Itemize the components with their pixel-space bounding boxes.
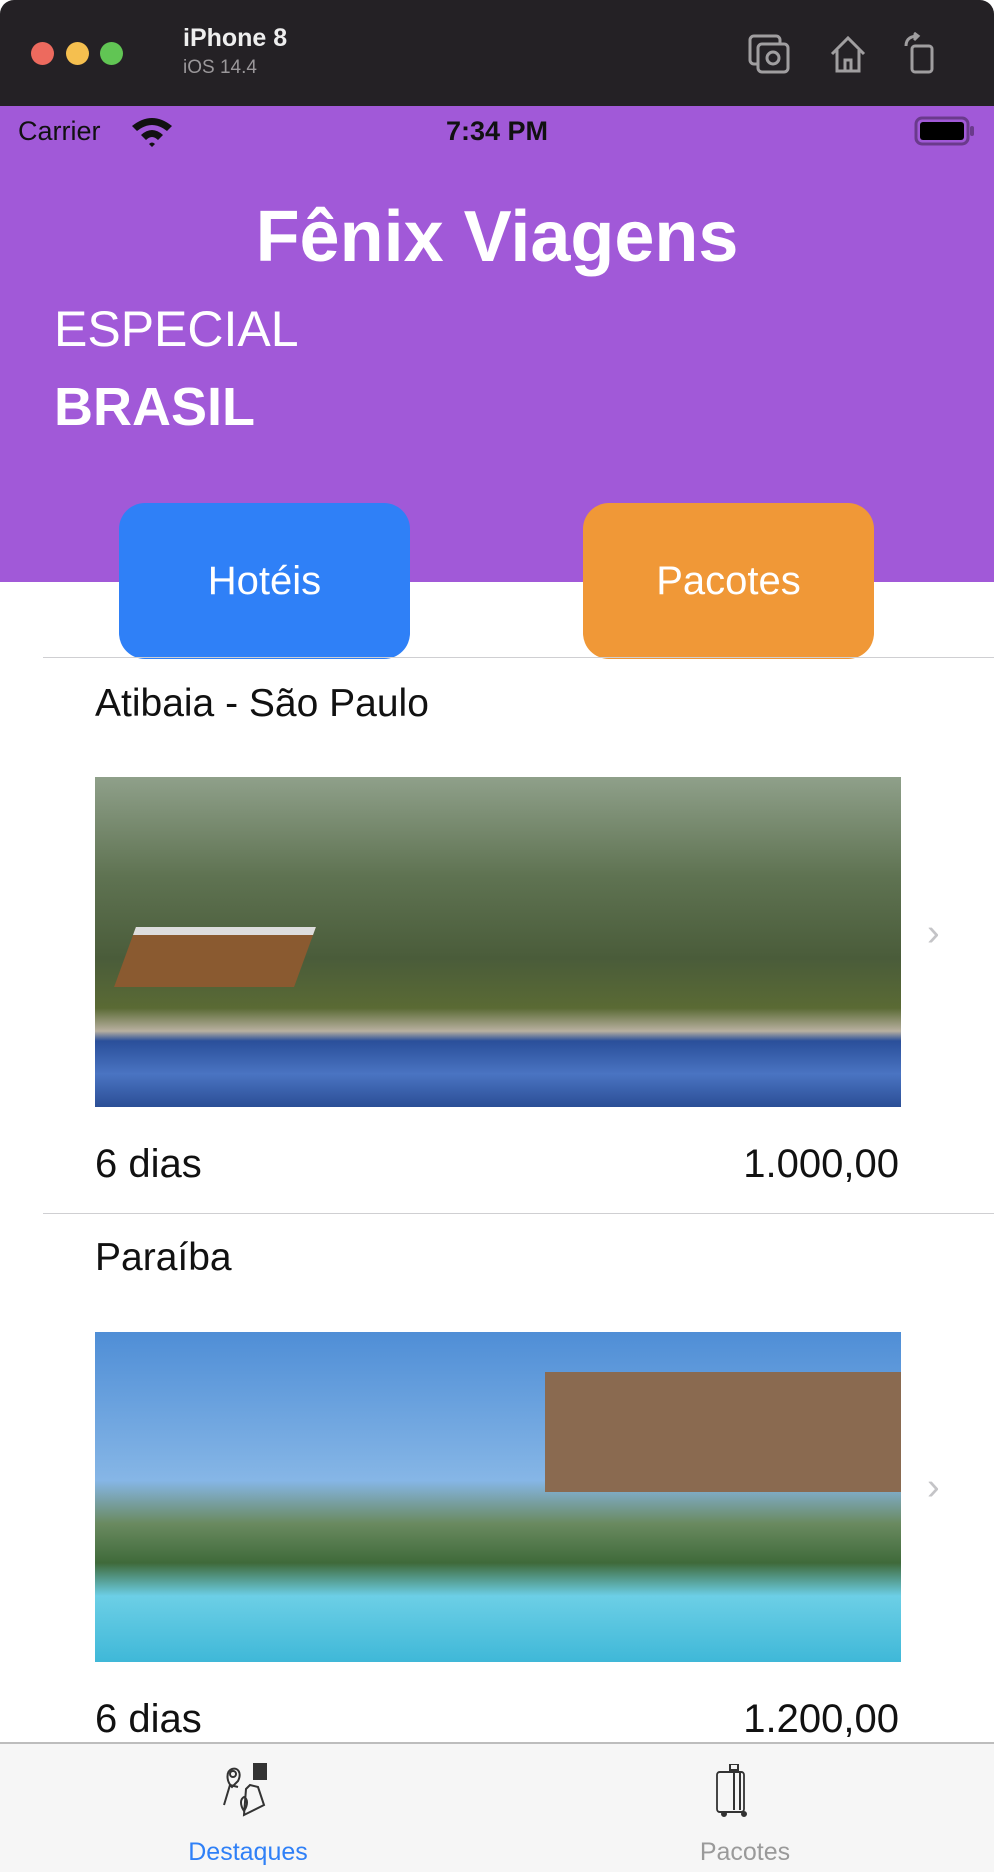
- home-icon[interactable]: [828, 34, 868, 74]
- packages-button[interactable]: Pacotes: [583, 503, 874, 659]
- chevron-right-icon: ›: [927, 1466, 940, 1508]
- simulator-title-bar: iPhone 8 iOS 14.4: [0, 0, 994, 106]
- close-window-button[interactable]: [31, 42, 54, 65]
- tab-label: Destaques: [188, 1838, 308, 1866]
- duration: 6 dias: [95, 1697, 202, 1741]
- divider: [43, 1213, 994, 1214]
- place-name: Atibaia - São Paulo: [95, 682, 429, 725]
- minimize-window-button[interactable]: [66, 42, 89, 65]
- villa: [545, 1372, 901, 1492]
- price: 1.200,00: [743, 1697, 899, 1741]
- status-time: 7:34 PM: [445, 116, 549, 146]
- os-version: iOS 14.4: [183, 57, 257, 78]
- place-name: Paraíba: [95, 1236, 232, 1279]
- map-pins-icon: [223, 1763, 267, 1817]
- hotel-photo: [95, 1332, 901, 1662]
- hotel-photo: [95, 777, 901, 1107]
- app-title: Fênix Viagens: [255, 197, 739, 277]
- suitcase-icon: [716, 1764, 747, 1817]
- section-region: BRASIL: [54, 377, 255, 437]
- duration: 6 dias: [95, 1142, 202, 1186]
- screenshot-icon[interactable]: [748, 34, 792, 74]
- battery-icon: [914, 116, 974, 146]
- lounge-chair: [114, 927, 316, 987]
- price: 1.000,00: [743, 1142, 899, 1186]
- hotels-button[interactable]: Hotéis: [119, 503, 410, 659]
- section-subtitle: ESPECIAL: [54, 301, 299, 357]
- rotate-icon[interactable]: [902, 32, 938, 74]
- zoom-window-button[interactable]: [100, 42, 123, 65]
- tab-label: Pacotes: [699, 1838, 791, 1866]
- divider: [43, 657, 994, 658]
- chevron-right-icon: ›: [927, 912, 940, 954]
- device-name: iPhone 8: [183, 24, 288, 52]
